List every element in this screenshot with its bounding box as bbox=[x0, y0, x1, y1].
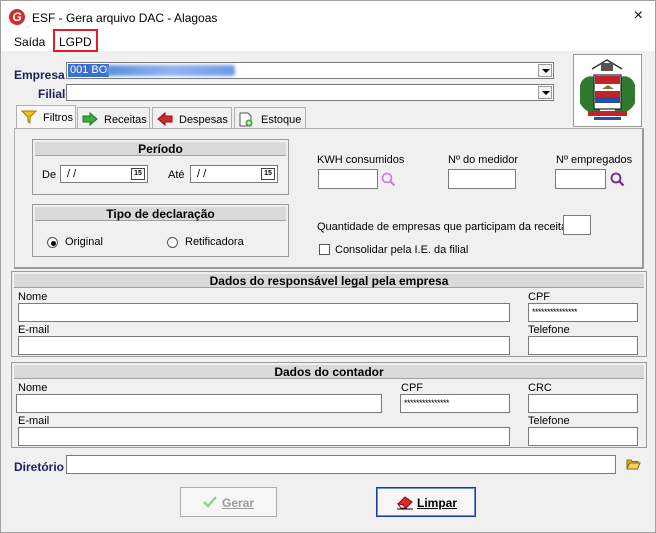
cont-nome-label: Nome bbox=[18, 382, 48, 394]
cont-crc-label: CRC bbox=[528, 382, 552, 394]
contador-title: Dados do contador bbox=[14, 365, 644, 379]
limpar-label: Limpar bbox=[417, 496, 458, 510]
resp-email-label: E-mail bbox=[18, 324, 50, 336]
cont-email-input[interactable] bbox=[18, 427, 510, 446]
medidor-input[interactable] bbox=[448, 169, 516, 189]
lgpd-highlight-box bbox=[53, 29, 98, 52]
tab-despesas-label: Despesas bbox=[179, 114, 228, 126]
gerar-label: Gerar bbox=[222, 496, 255, 510]
tab-receitas[interactable]: Receitas bbox=[77, 107, 150, 129]
filtros-panel: Período De / / 15 Até / / 15 Tipo de dec… bbox=[14, 128, 644, 269]
chevron-down-icon[interactable] bbox=[538, 64, 552, 77]
empresa-name-redacted bbox=[107, 65, 235, 76]
arrow-left-icon bbox=[157, 112, 173, 126]
resp-cpf-value: *************** bbox=[532, 307, 578, 317]
cont-crc-input[interactable] bbox=[528, 394, 638, 413]
menu-item-saida[interactable]: Saída bbox=[14, 35, 45, 49]
seal-icon bbox=[580, 59, 635, 120]
ate-date-input[interactable]: / / 15 bbox=[190, 165, 278, 183]
search-icon[interactable] bbox=[381, 172, 396, 187]
consolidar-checkbox[interactable] bbox=[319, 244, 330, 255]
filial-label: Filial bbox=[38, 87, 66, 101]
contador-section: Dados do contador Nome CPF *************… bbox=[11, 362, 647, 448]
empregados-label: Nº empregados bbox=[556, 154, 633, 166]
search-icon[interactable] bbox=[610, 172, 625, 187]
resp-cpf-input[interactable]: *************** bbox=[528, 303, 638, 322]
consolidar-label: Consolidar pela I.E. da filial bbox=[335, 244, 469, 256]
kwh-input[interactable] bbox=[318, 169, 378, 189]
arrow-right-icon bbox=[82, 112, 98, 126]
qtd-empresas-label: Quantidade de empresas que participam da… bbox=[317, 221, 568, 233]
main-window: G ESF - Gera arquivo DAC - Alagoas × Saí… bbox=[0, 0, 656, 533]
de-date-value: / / bbox=[67, 168, 77, 180]
document-add-icon bbox=[239, 112, 253, 127]
folder-open-icon[interactable] bbox=[626, 458, 641, 471]
resp-cpf-label: CPF bbox=[528, 291, 550, 303]
gerar-button[interactable]: Gerar bbox=[180, 487, 277, 517]
original-label: Original bbox=[65, 236, 103, 248]
calendar-icon[interactable]: 15 bbox=[261, 168, 275, 180]
empresa-label: Empresa bbox=[14, 68, 65, 82]
window-title: ESF - Gera arquivo DAC - Alagoas bbox=[32, 11, 218, 25]
resp-nome-input[interactable] bbox=[18, 303, 510, 322]
responsavel-title: Dados do responsável legal pela empresa bbox=[14, 274, 644, 288]
menu-bar: Saída LGPD bbox=[1, 33, 655, 51]
checkmark-icon bbox=[203, 496, 217, 508]
cont-nome-input[interactable] bbox=[16, 394, 382, 413]
ate-label: Até bbox=[168, 169, 185, 181]
funnel-icon bbox=[21, 110, 37, 124]
tab-filtros[interactable]: Filtros bbox=[16, 105, 76, 129]
resp-email-input[interactable] bbox=[18, 336, 510, 355]
qtd-empresas-input[interactable] bbox=[563, 215, 591, 235]
limpar-button[interactable]: Limpar bbox=[376, 487, 476, 517]
close-icon[interactable]: × bbox=[634, 8, 643, 24]
kwh-label: KWH consumidos bbox=[317, 154, 405, 166]
radio-retificadora[interactable] bbox=[167, 237, 178, 248]
radio-original[interactable] bbox=[47, 237, 58, 248]
retificadora-label: Retificadora bbox=[185, 236, 244, 248]
tipo-declaracao-group: Tipo de declaração Original Retificadora bbox=[32, 204, 289, 257]
cont-cpf-input[interactable]: *************** bbox=[400, 394, 510, 413]
state-seal-logo bbox=[573, 54, 642, 127]
periodo-title: Período bbox=[35, 142, 286, 156]
responsavel-section: Dados do responsável legal pela empresa … bbox=[11, 271, 647, 357]
diretorio-input[interactable] bbox=[66, 455, 616, 474]
eraser-icon bbox=[396, 496, 413, 510]
resp-nome-label: Nome bbox=[18, 291, 48, 303]
tab-estoque-label: Estoque bbox=[261, 114, 302, 126]
empregados-input[interactable] bbox=[555, 169, 606, 189]
ate-date-value: / / bbox=[197, 168, 207, 180]
empresa-value: 001 BO bbox=[68, 64, 110, 77]
chevron-down-icon[interactable] bbox=[538, 86, 552, 99]
cont-email-label: E-mail bbox=[18, 415, 50, 427]
title-bar: G ESF - Gera arquivo DAC - Alagoas × bbox=[1, 1, 655, 33]
tab-despesas[interactable]: Despesas bbox=[152, 107, 232, 129]
tab-receitas-label: Receitas bbox=[104, 114, 147, 126]
tipo-declaracao-title: Tipo de declaração bbox=[35, 207, 286, 221]
app-logo-icon: G bbox=[9, 9, 25, 25]
resp-telefone-input[interactable] bbox=[528, 336, 638, 355]
cont-telefone-label: Telefone bbox=[528, 415, 570, 427]
cont-cpf-label: CPF bbox=[401, 382, 423, 394]
cont-cpf-value: *************** bbox=[404, 398, 450, 408]
tab-estoque[interactable]: Estoque bbox=[234, 107, 306, 129]
filial-combo[interactable] bbox=[66, 84, 554, 101]
calendar-icon[interactable]: 15 bbox=[131, 168, 145, 180]
diretorio-label: Diretório bbox=[14, 460, 65, 474]
cont-telefone-input[interactable] bbox=[528, 427, 638, 446]
resp-telefone-label: Telefone bbox=[528, 324, 570, 336]
periodo-group: Período De / / 15 Até / / 15 bbox=[32, 139, 289, 195]
medidor-label: Nº do medidor bbox=[448, 154, 519, 166]
tab-filtros-label: Filtros bbox=[43, 112, 73, 124]
empresa-combo[interactable]: 001 BO bbox=[66, 62, 554, 79]
de-label: De bbox=[42, 169, 57, 181]
de-date-input[interactable]: / / 15 bbox=[60, 165, 148, 183]
